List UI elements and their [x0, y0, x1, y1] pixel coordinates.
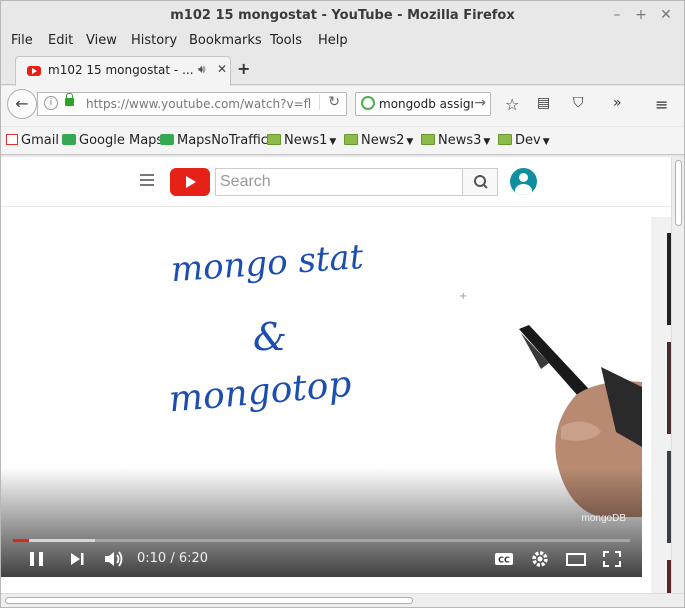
handwriting-line3: mongotop [167, 364, 353, 421]
firefox-window: m102 15 mongostat - YouTube - Mozilla Fi… [0, 0, 685, 608]
pause-icon[interactable] [27, 549, 47, 569]
close-icon[interactable]: ✕ [657, 6, 675, 24]
next-icon[interactable] [67, 549, 87, 569]
menu-bar: File Edit View History Bookmarks Tools H… [1, 31, 684, 51]
bookmark-folder-news3[interactable]: News3 ▼ [421, 133, 490, 148]
guide-menu-icon[interactable] [140, 174, 154, 189]
video-player[interactable]: mongo stat & mongotop + mongoDB 0:10 / 6… [1, 217, 642, 577]
pocket-icon[interactable]: ⛉ [573, 95, 584, 111]
folder-icon [498, 134, 512, 145]
fullscreen-icon[interactable] [601, 549, 623, 569]
vertical-scroll-thumb[interactable] [675, 160, 682, 226]
overflow-chevron-icon[interactable]: » [613, 95, 622, 111]
menu-file[interactable]: File [11, 33, 33, 48]
captions-icon[interactable]: CC [493, 549, 515, 569]
bookmark-folder-dev[interactable]: Dev ▼ [498, 133, 550, 148]
menu-tools[interactable]: Tools [270, 33, 302, 48]
window-title: m102 15 mongostat - YouTube - Mozilla Fi… [170, 8, 515, 23]
bookmark-star-icon[interactable]: ☆ [505, 95, 519, 114]
url-bar[interactable]: i https://www.youtube.com/watch?v=fl ↻ [37, 92, 347, 116]
folder-icon [344, 134, 358, 145]
new-tab-icon[interactable]: + [237, 59, 250, 78]
search-go-icon[interactable]: → [474, 95, 486, 111]
chevron-down-icon: ▼ [329, 137, 337, 147]
lock-icon [65, 93, 74, 106]
chevron-down-icon: ▼ [542, 137, 550, 147]
reader-list-icon[interactable]: ▤ [537, 95, 550, 111]
maps-icon [62, 134, 76, 145]
reload-icon[interactable]: ↻ [319, 94, 340, 110]
bookmark-google-maps[interactable]: Google Maps [62, 133, 163, 148]
handwriting-line2: & [253, 315, 287, 359]
search-bar[interactable]: mongodb assign → [355, 92, 491, 116]
folder-icon [267, 134, 281, 145]
volume-icon[interactable] [103, 549, 125, 569]
settings-gear-icon[interactable] [529, 549, 551, 569]
tab-youtube[interactable]: m102 15 mongostat - ... 🔊︎ ✕ [15, 56, 231, 86]
bookmark-mapsnotraffic[interactable]: MapsNoTraffic [160, 133, 268, 148]
youtube-search-box[interactable] [215, 168, 463, 196]
youtube-header [1, 157, 671, 207]
info-icon[interactable]: i [44, 96, 58, 110]
title-bar: m102 15 mongostat - YouTube - Mozilla Fi… [1, 1, 684, 31]
tab-close-icon[interactable]: ✕ [217, 62, 227, 76]
menu-history[interactable]: History [131, 33, 177, 48]
bookmark-gmail[interactable]: Gmail [6, 133, 59, 148]
navigation-toolbar: ← i https://www.youtube.com/watch?v=fl ↻… [1, 86, 684, 126]
tab-label: m102 15 mongostat - ... [48, 63, 194, 77]
url-text[interactable]: https://www.youtube.com/watch?v=fl [86, 97, 316, 111]
chevron-down-icon: ▼ [483, 137, 491, 147]
hamburger-menu-icon[interactable]: ≡ [655, 95, 668, 114]
progress-bar[interactable] [13, 539, 630, 542]
folder-icon [421, 134, 435, 145]
cursor-crosshair-icon: + [459, 291, 467, 302]
horizontal-scrollbar[interactable] [1, 593, 684, 607]
back-arrow-icon[interactable]: ← [7, 89, 37, 119]
horizontal-scroll-thumb[interactable] [5, 597, 413, 604]
page-content: mongo stat & mongotop + mongoDB [1, 157, 671, 593]
mongodb-watermark: mongoDB [581, 513, 626, 524]
vertical-scrollbar[interactable] [671, 157, 684, 593]
minimize-icon[interactable]: – [608, 6, 626, 24]
youtube-search-button[interactable] [462, 168, 498, 196]
played-bar [13, 539, 30, 542]
svg-text:CC: CC [498, 556, 510, 565]
search-icon [474, 175, 488, 189]
related-videos-sidebar [651, 217, 671, 593]
gmail-icon [6, 134, 18, 145]
bookmark-folder-news1[interactable]: News1 ▼ [267, 133, 336, 148]
speaker-icon[interactable]: 🔊︎ [198, 62, 206, 77]
menu-bookmarks[interactable]: Bookmarks [189, 33, 262, 48]
handwriting-line1: mongo stat [170, 237, 365, 290]
chevron-down-icon: ▼ [406, 137, 414, 147]
tab-strip: m102 15 mongostat - ... 🔊︎ ✕ + [1, 53, 684, 86]
youtube-logo[interactable] [170, 168, 210, 196]
theater-mode-icon[interactable] [565, 549, 587, 569]
avatar[interactable] [510, 168, 537, 195]
time-display: 0:10 / 6:20 [137, 551, 209, 566]
menu-view[interactable]: View [86, 33, 117, 48]
maps-icon [160, 134, 174, 145]
menu-help[interactable]: Help [318, 33, 348, 48]
menu-edit[interactable]: Edit [48, 33, 73, 48]
bookmark-folder-news2[interactable]: News2 ▼ [344, 133, 413, 148]
youtube-search-input[interactable] [220, 170, 460, 194]
youtube-favicon-icon [27, 66, 41, 76]
bookmarks-toolbar: Gmail Google Maps MapsNoTraffic News1 ▼ N… [1, 127, 684, 155]
search-engine-icon [361, 96, 375, 110]
search-text[interactable]: mongodb assign [379, 97, 473, 111]
maximize-icon[interactable]: + [632, 6, 650, 24]
